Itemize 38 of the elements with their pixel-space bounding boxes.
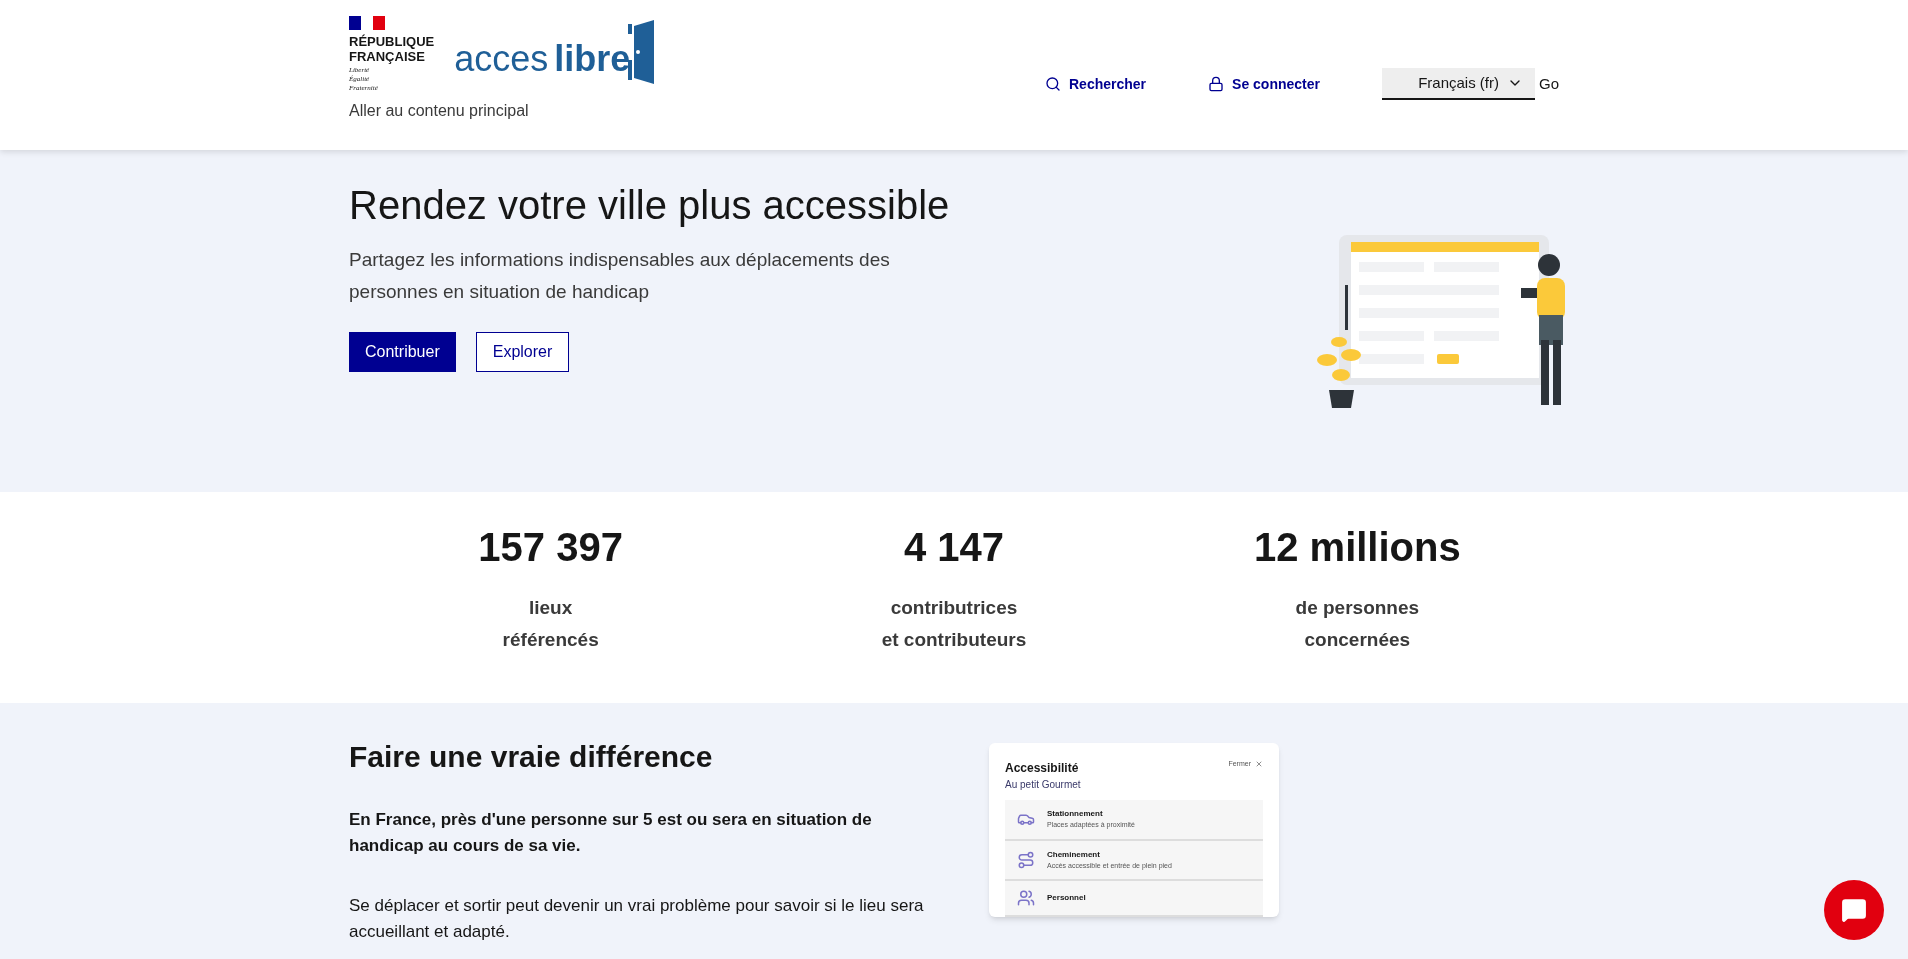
logo-text: RÉPUBLIQUE [349, 34, 435, 49]
stat-value: 12 millions [1253, 524, 1461, 571]
close-icon [1255, 760, 1263, 769]
contribute-button[interactable]: Contribuer [349, 332, 456, 372]
stat-value: 4 147 [903, 524, 1005, 571]
stat-label: contributrices [890, 596, 1018, 620]
item-title: Stationnement [1047, 808, 1104, 820]
search-icon [1045, 76, 1061, 92]
item-title: Cheminement [1047, 848, 1101, 861]
section-title: Faire une vraie différence [349, 739, 714, 775]
card-title: Accessibilité [1005, 760, 1080, 777]
stat-label: lieux [529, 596, 573, 620]
stat-label: concernées [1304, 628, 1411, 652]
skip-link[interactable]: Aller au contenu principal [349, 99, 657, 123]
section-paragraph: En France, près d'une personne sur 5 est ou sera en situation de handicap au cours de sa vie. [349, 809, 873, 857]
stat-label: et contributeurs [881, 628, 1027, 652]
stat-label: de personnes [1295, 596, 1420, 620]
explore-button[interactable]: Explorer [475, 332, 570, 372]
card-subtitle: Au petit Gourmet [1005, 778, 1081, 792]
lock-icon [1208, 76, 1225, 92]
flag-icon [349, 16, 385, 30]
chat-icon [1841, 897, 1867, 923]
section-paragraph: Se déplacer et sortir peut devenir un vrai problème pour savoir si le lieu sera accueillant et adapté. [349, 895, 925, 943]
card-item[interactable]: Personnel [1005, 881, 1263, 917]
hero-title: Rendez votre ville plus accessible [349, 182, 950, 229]
language-select[interactable]: Français (fr) [1382, 68, 1535, 100]
logo-text: acces [454, 37, 549, 81]
item-title: Personnel [1047, 892, 1086, 904]
go-button[interactable]: Go [1539, 72, 1559, 96]
nav-link[interactable]: Rechercher [1045, 73, 1147, 95]
people-icon [1017, 889, 1035, 907]
stat-value: 157 397 [478, 524, 623, 571]
logo-text: libre [554, 37, 631, 81]
hero-text: Partagez les informations indispensables aux déplacements des personnes en situation de handicap [349, 248, 891, 304]
nav-link[interactable]: Se connecter [1208, 73, 1320, 95]
path-icon [1017, 850, 1035, 869]
stat-label: référencés [502, 628, 599, 652]
logo-text: FRANÇAISE [349, 49, 426, 64]
